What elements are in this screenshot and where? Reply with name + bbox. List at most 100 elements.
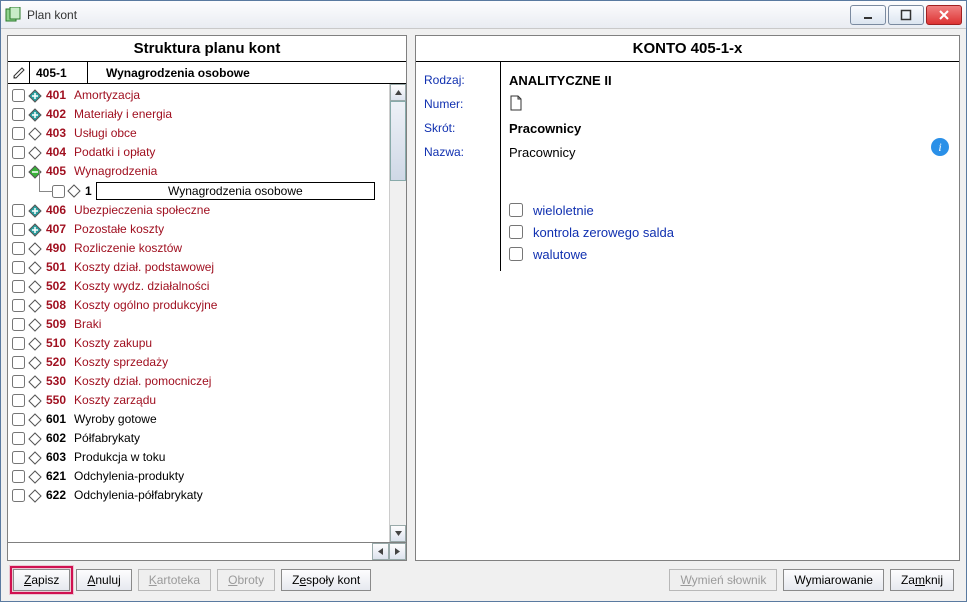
button-bar: Zapisz Anuluj Kartoteka Obroty Zespoły k… [7, 565, 960, 595]
tree-item-403[interactable]: 403Usługi obce [12, 124, 389, 143]
expand-icon[interactable] [28, 89, 42, 103]
pencil-icon[interactable] [8, 62, 30, 83]
tree-item-404[interactable]: 404Podatki i opłaty [12, 143, 389, 162]
tree-item-number: 401 [46, 86, 66, 105]
tree-item-401[interactable]: 401Amortyzacja [12, 86, 389, 105]
tree-item-502[interactable]: 502Koszty wydz. działalności [12, 277, 389, 296]
tree-item-checkbox[interactable] [12, 261, 25, 274]
tree-item-checkbox[interactable] [12, 242, 25, 255]
tree-item-label: Odchylenia-półfabrykaty [74, 486, 203, 505]
tree-item-checkbox[interactable] [12, 356, 25, 369]
tree-item-602[interactable]: 602Półfabrykaty [12, 429, 389, 448]
app-icon [5, 7, 21, 23]
diamond-icon [28, 146, 42, 160]
tree-item-checkbox[interactable] [12, 413, 25, 426]
tree-item-checkbox[interactable] [52, 185, 65, 198]
tree-item-checkbox[interactable] [12, 299, 25, 312]
tree-child-row[interactable]: 1 [30, 181, 389, 201]
scroll-right-button[interactable] [389, 543, 406, 560]
info-icon[interactable]: i [931, 138, 949, 156]
tree-item-622[interactable]: 622Odchylenia-półfabrykaty [12, 486, 389, 505]
tree-item-490[interactable]: 490Rozliczenie kosztów [12, 239, 389, 258]
scroll-down-button[interactable] [390, 525, 406, 542]
tree-item-checkbox[interactable] [12, 337, 25, 350]
wymiarowanie-button[interactable]: Wymiarowanie [783, 569, 884, 591]
close-button[interactable] [926, 5, 962, 25]
tree-item-407[interactable]: 407Pozostałe koszty [12, 220, 389, 239]
tree-item-label: Odchylenia-produkty [74, 467, 184, 486]
tree-item-label: Rozliczenie kosztów [74, 239, 182, 258]
zamknij-button[interactable]: Zamknij [890, 569, 954, 591]
diamond-icon [28, 280, 42, 294]
detail-panel-title: KONTO 405-1-x [416, 36, 959, 62]
tree-item-501[interactable]: 501Koszty dział. podstawowej [12, 258, 389, 277]
tree-item-603[interactable]: 603Produkcja w toku [12, 448, 389, 467]
scroll-left-button[interactable] [372, 543, 389, 560]
tree-item-550[interactable]: 550Koszty zarządu [12, 391, 389, 410]
tree-item-checkbox[interactable] [12, 127, 25, 140]
maximize-button[interactable] [888, 5, 924, 25]
tree-item-530[interactable]: 530Koszty dział. pomocniczej [12, 372, 389, 391]
tree-footer [8, 542, 406, 560]
diamond-icon [28, 356, 42, 370]
tree-item-405[interactable]: 405Wynagrodzenia [12, 162, 389, 181]
tree-item-label: Pozostałe koszty [74, 220, 164, 239]
tree-child-input[interactable] [96, 182, 375, 200]
tree-item-checkbox[interactable] [12, 470, 25, 483]
tree-item-label: Koszty zakupu [74, 334, 152, 353]
tree-item-number: 402 [46, 105, 66, 124]
kartoteka-button: Kartoteka [138, 569, 211, 591]
tree-item-621[interactable]: 621 Odchylenia-produkty [12, 467, 389, 486]
tree-item-checkbox[interactable] [12, 375, 25, 388]
window-title: Plan kont [27, 8, 850, 22]
tree-item-label: Usługi obce [74, 124, 137, 143]
tree-item-509[interactable]: 509Braki [12, 315, 389, 334]
tree-item-checkbox[interactable] [12, 280, 25, 293]
vertical-scrollbar[interactable] [389, 84, 406, 542]
tree-item-510[interactable]: 510Koszty zakupu [12, 334, 389, 353]
plan-kont-window: Plan kont Struktura planu kont 405-1 Wyn… [0, 0, 967, 602]
tree-item-checkbox[interactable] [12, 451, 25, 464]
tree-item-checkbox[interactable] [12, 318, 25, 331]
anuluj-button[interactable]: Anuluj [76, 569, 131, 591]
option-kontrola[interactable]: kontrola zerowego salda [509, 221, 951, 243]
scroll-up-button[interactable] [390, 84, 406, 101]
tree-item-checkbox[interactable] [12, 108, 25, 121]
tree-item-checkbox[interactable] [12, 146, 25, 159]
tree-item-label: Koszty dział. pomocniczej [74, 372, 211, 391]
tree-item-508[interactable]: 508Koszty ogólno produkcyjne [12, 296, 389, 315]
option-label: walutowe [533, 247, 587, 262]
tree-item-checkbox[interactable] [12, 489, 25, 502]
zespoly-kont-button[interactable]: Zespoły kont [281, 569, 371, 591]
minimize-button[interactable] [850, 5, 886, 25]
diamond-icon [28, 337, 42, 351]
diamond-icon [28, 451, 42, 465]
tree-item-406[interactable]: 406Ubezpieczenia społeczne [12, 201, 389, 220]
tree-item-checkbox[interactable] [12, 432, 25, 445]
expand-icon[interactable] [28, 204, 42, 218]
tree-item-label: Koszty wydz. działalności [74, 277, 209, 296]
tree-item-checkbox[interactable] [12, 89, 25, 102]
option-wieloletnie[interactable]: wieloletnie [509, 199, 951, 221]
tree-header-name: Wynagrodzenia osobowe [88, 62, 406, 83]
option-checkbox[interactable] [509, 247, 523, 261]
expand-icon[interactable] [28, 223, 42, 237]
option-checkbox[interactable] [509, 203, 523, 217]
tree-item-601[interactable]: 601Wyroby gotowe [12, 410, 389, 429]
scroll-thumb[interactable] [390, 101, 406, 181]
tree-item-number: 621 [46, 467, 66, 486]
nazwa-input[interactable] [509, 142, 879, 162]
label-rodzaj: Rodzaj: [424, 68, 492, 92]
tree-item-520[interactable]: 520Koszty sprzedaży [12, 353, 389, 372]
tree-item-checkbox[interactable] [12, 165, 25, 178]
diamond-icon [28, 127, 42, 141]
option-walutowe[interactable]: walutowe [509, 243, 951, 265]
tree-item-checkbox[interactable] [12, 394, 25, 407]
expand-icon[interactable] [28, 108, 42, 122]
tree-item-402[interactable]: 402Materiały i energia [12, 105, 389, 124]
tree-item-checkbox[interactable] [12, 223, 25, 236]
tree-item-checkbox[interactable] [12, 204, 25, 217]
option-checkbox[interactable] [509, 225, 523, 239]
zapisz-button[interactable]: Zapisz [13, 569, 70, 591]
account-tree[interactable]: 401Amortyzacja402Materiały i energia403U… [8, 84, 389, 542]
